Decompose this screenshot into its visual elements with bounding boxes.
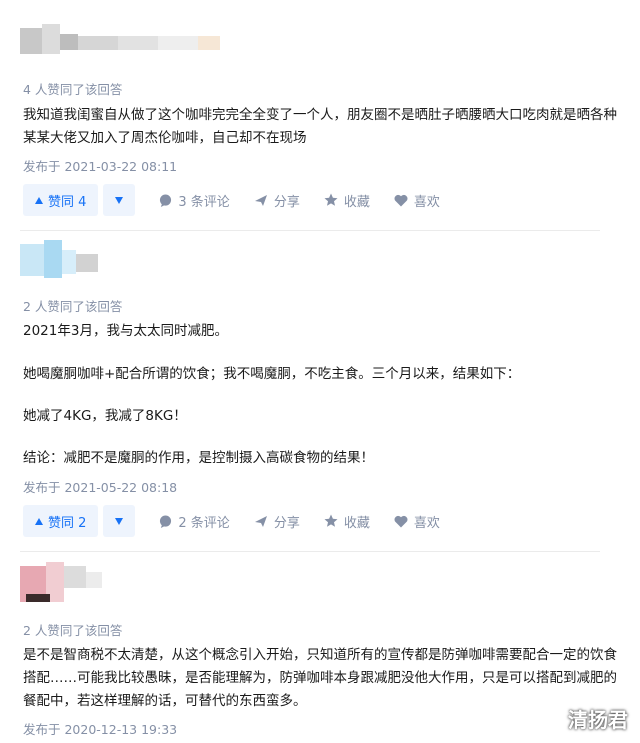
collect-button[interactable]: 收藏 (324, 191, 370, 210)
action-bar: 赞同 4 3 条评论 分享 收藏 喜欢 (23, 184, 440, 216)
publish-date[interactable]: 发布于 2021-05-22 08:18 (23, 477, 177, 496)
upvote-count-text: 4 人赞同了该回答 (23, 82, 123, 97)
triangle-down-icon (115, 517, 124, 525)
avatar[interactable] (20, 22, 230, 62)
triangle-up-icon (35, 517, 43, 525)
avatar[interactable] (20, 240, 110, 284)
like-button[interactable]: 喜欢 (394, 191, 440, 210)
share-label: 分享 (273, 194, 300, 210)
divider (20, 551, 600, 552)
action-bar: 赞同 2 2 条评论 分享 收藏 喜欢 (23, 505, 440, 537)
answer-paragraph: 是不是智商税不太清楚，从这个概念引入开始，只知道所有的宣传都是防弹咖啡需要配合一… (23, 647, 617, 709)
upvote-label: 赞同 4 (48, 194, 87, 210)
comment-icon (160, 514, 172, 528)
star-icon (324, 514, 338, 527)
answer-paragraph: 结论：减肥不是魔胴的作用，是控制摄入高碳食物的结果！ (23, 450, 374, 466)
answer-paragraph: 她减了4KG，我减了8KG！ (23, 408, 187, 424)
heart-icon (394, 515, 408, 527)
collect-label: 收藏 (343, 194, 370, 210)
upvote-label: 赞同 2 (48, 515, 87, 531)
comment-button[interactable]: 3 条评论 (159, 191, 230, 210)
share-icon (254, 194, 267, 206)
answer-paragraph: 2021年3月，我与太太同时减肥。 (23, 323, 228, 339)
downvote-button[interactable] (103, 184, 136, 216)
like-label: 喜欢 (413, 194, 440, 210)
upvote-button[interactable]: 赞同 2 (23, 505, 99, 537)
collect-button[interactable]: 收藏 (324, 512, 370, 531)
avatar[interactable] (20, 562, 110, 606)
share-icon (254, 515, 267, 527)
comment-label: 2 条评论 (178, 515, 230, 531)
comment-label: 3 条评论 (178, 194, 230, 210)
answer-paragraph: 我知道我闺蜜自从做了这个咖啡完完全全变了一个人，朋友圈不是晒肚子晒腰晒大口吃肉就… (23, 107, 617, 146)
divider (20, 230, 600, 231)
answer-paragraph: 她喝魔胴咖啡+配合所谓的饮食；我不喝魔胴，不吃主食。三个月以来，结果如下： (23, 366, 521, 382)
share-label: 分享 (273, 515, 300, 531)
comment-icon (160, 193, 172, 207)
publish-date[interactable]: 发布于 2020-12-13 19:33 (23, 719, 177, 738)
upvote-button[interactable]: 赞同 4 (23, 184, 99, 216)
watermark-text: 清扬君 (568, 708, 628, 732)
downvote-button[interactable] (103, 505, 136, 537)
upvote-count-text: 2 人赞同了该回答 (23, 623, 123, 638)
comment-button[interactable]: 2 条评论 (159, 512, 230, 531)
heart-icon (394, 194, 408, 206)
upvote-count-text: 2 人赞同了该回答 (23, 299, 123, 314)
triangle-down-icon (115, 196, 124, 204)
like-button[interactable]: 喜欢 (394, 512, 440, 531)
collect-label: 收藏 (343, 515, 370, 531)
star-icon (324, 193, 338, 206)
triangle-up-icon (35, 196, 43, 204)
publish-date[interactable]: 发布于 2021-03-22 08:11 (23, 156, 177, 175)
like-label: 喜欢 (413, 515, 440, 531)
share-button[interactable]: 分享 (254, 512, 300, 531)
share-button[interactable]: 分享 (254, 191, 300, 210)
